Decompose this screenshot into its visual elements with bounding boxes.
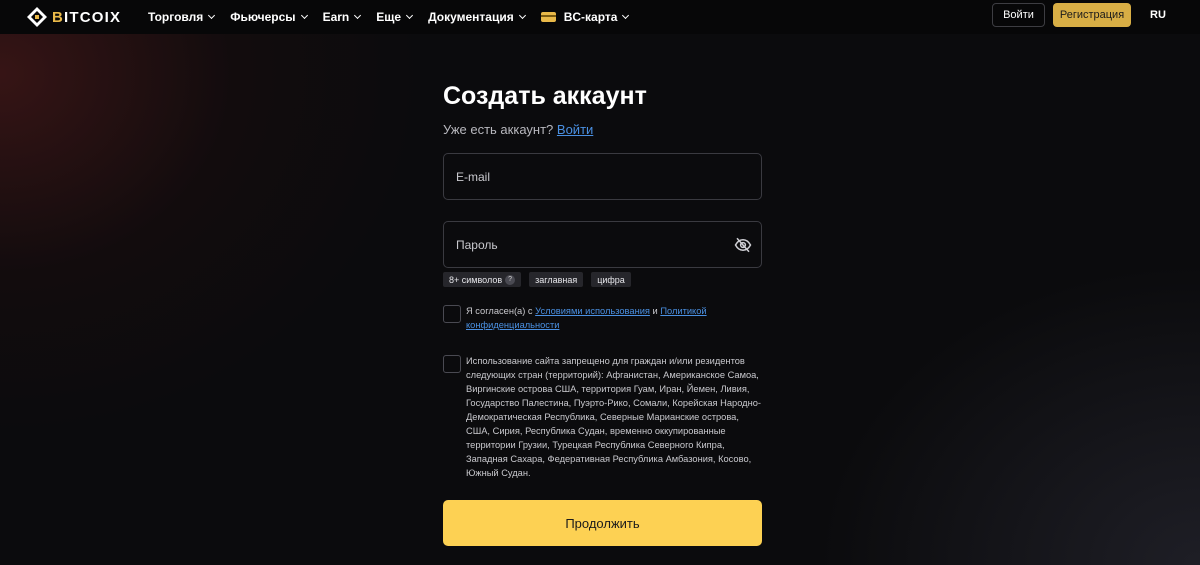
restriction-checkbox[interactable] [443, 355, 461, 373]
nav-item-more[interactable]: Еще [376, 10, 414, 24]
nav-item-trading[interactable]: Торговля [148, 10, 216, 24]
terms-prefix: Я согласен(а) с [466, 306, 533, 316]
email-field[interactable] [443, 153, 762, 200]
terms-checkbox[interactable] [443, 305, 461, 323]
hint-length: 8+ символов ? [443, 272, 522, 287]
nav-item-futures[interactable]: Фьючерсы [230, 10, 308, 24]
login-button[interactable]: Войти [992, 3, 1045, 27]
main-nav: Торговля Фьючерсы Earn Еще Документация … [148, 0, 644, 34]
chevron-down-icon [622, 11, 630, 20]
continue-button[interactable]: Продолжить [443, 500, 762, 546]
nav-item-label: Фьючерсы [230, 10, 296, 24]
eye-off-icon[interactable] [734, 236, 752, 254]
logo[interactable]: BITCOIX [26, 6, 121, 28]
nav-item-label: Торговля [148, 10, 204, 24]
logo-name: ITCOIX [64, 8, 122, 26]
hint-digit: цифра [591, 272, 631, 287]
language-selector[interactable]: RU [1150, 9, 1166, 21]
page-background [0, 34, 1200, 565]
nav-item-bc-card[interactable]: BC-карта [540, 10, 630, 24]
hint-length-label: 8+ символов [449, 274, 503, 285]
have-account-text: Уже есть аккаунт? Войти [443, 122, 593, 137]
have-account-label: Уже есть аккаунт? [443, 122, 554, 137]
chevron-down-icon [300, 11, 308, 20]
terms-link[interactable]: Условиями использования [535, 306, 650, 316]
terms-text: Я согласен(а) с Условиями использования … [466, 304, 756, 332]
email-input[interactable] [454, 168, 718, 185]
password-field[interactable] [443, 221, 762, 268]
nav-item-documentation[interactable]: Документация [428, 10, 526, 24]
help-icon[interactable]: ? [505, 274, 516, 285]
logo-text: BITCOIX [52, 9, 121, 26]
nav-item-label: Еще [376, 10, 402, 24]
register-button[interactable]: Регистрация [1053, 3, 1131, 27]
nav-item-label: Документация [428, 10, 514, 24]
chevron-down-icon [406, 11, 414, 20]
page-title: Создать аккаунт [443, 82, 647, 110]
password-hints: 8+ символов ? заглавная цифра [443, 272, 639, 287]
top-navbar: BITCOIX Торговля Фьючерсы Earn Еще Докум… [0, 0, 1200, 34]
chevron-down-icon [354, 11, 362, 20]
chevron-down-icon [208, 11, 216, 20]
hint-uppercase: заглавная [529, 272, 584, 287]
nav-item-label: BC-карта [563, 10, 618, 24]
terms-and: и [652, 306, 658, 316]
logo-prefix: B [52, 8, 65, 26]
card-icon [540, 12, 556, 22]
chevron-down-icon [518, 11, 526, 20]
nav-item-label: Earn [322, 10, 350, 24]
nav-item-earn[interactable]: Earn [322, 10, 362, 24]
bitcoix-logo-icon [27, 7, 47, 27]
restriction-text: Использование сайта запрещено для гражда… [466, 356, 762, 478]
password-input[interactable] [454, 236, 718, 253]
login-link[interactable]: Войти [557, 122, 593, 137]
